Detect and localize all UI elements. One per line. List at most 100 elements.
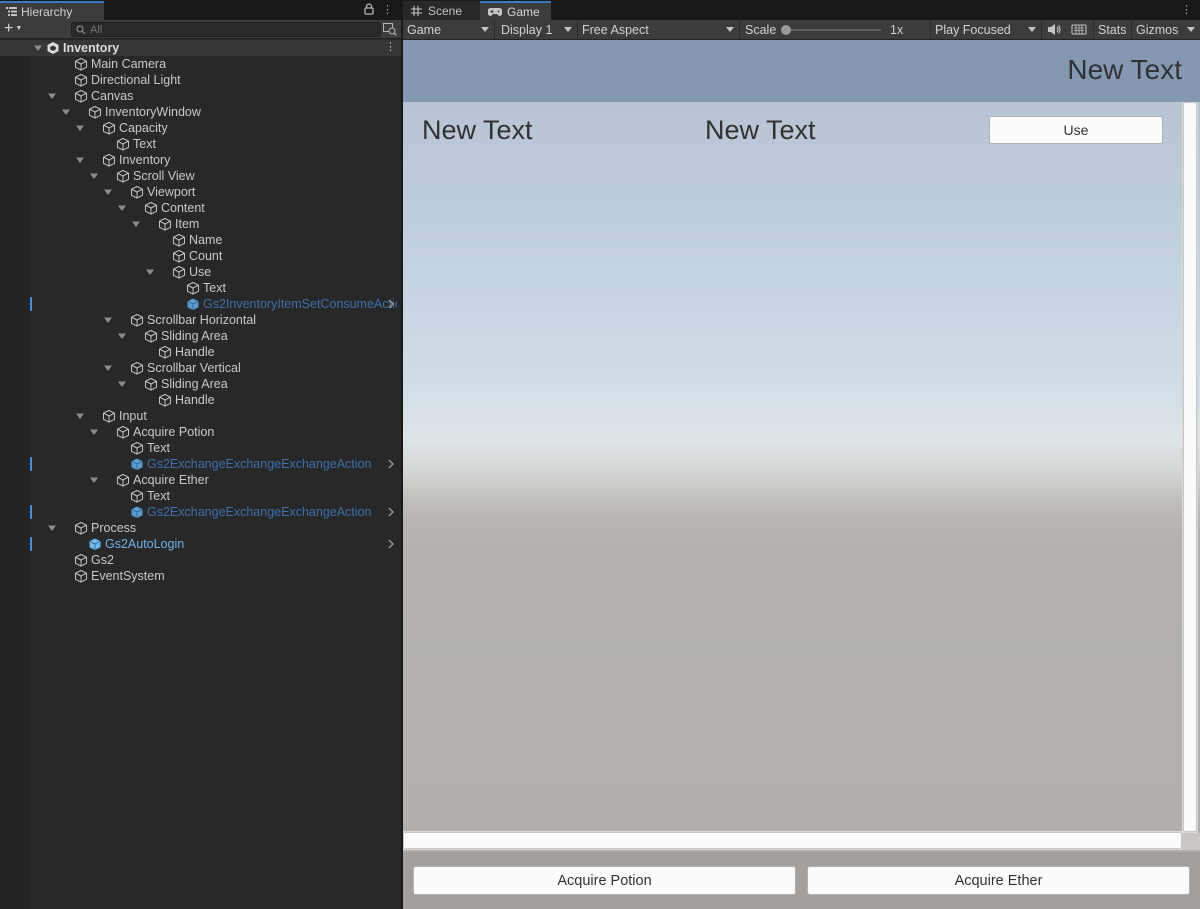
- foldout-expanded-icon[interactable]: [61, 107, 71, 117]
- foldout-expanded-icon[interactable]: [89, 427, 99, 437]
- foldout-expanded-icon[interactable]: [89, 475, 99, 485]
- gameobject-cube-icon: [145, 378, 157, 391]
- gameobject-cube-icon: [173, 266, 185, 279]
- hierarchy-item[interactable]: Input: [0, 408, 401, 424]
- mute-audio-icon[interactable]: [1046, 22, 1062, 37]
- hierarchy-item[interactable]: Acquire Potion: [0, 424, 401, 440]
- game-viewport[interactable]: New Text New Text New Text Use Acquire P…: [403, 40, 1200, 909]
- create-button[interactable]: + ▼: [4, 20, 22, 38]
- view-dropdown[interactable]: Game: [403, 20, 495, 39]
- hierarchy-item-label: EventSystem: [91, 569, 165, 583]
- foldout-expanded-icon[interactable]: [89, 171, 99, 181]
- tab-game-label: Game: [507, 4, 540, 19]
- hierarchy-item[interactable]: Main Camera: [0, 56, 401, 72]
- foldout-expanded-icon[interactable]: [131, 219, 141, 229]
- gameobject-cube-icon: [187, 282, 199, 295]
- hierarchy-item[interactable]: Handle: [0, 344, 401, 360]
- play-mode-dropdown[interactable]: Play Focused: [931, 20, 1042, 39]
- hierarchy-item-label: Use: [189, 265, 212, 279]
- scene-menu-icon[interactable]: ⋮: [385, 42, 396, 53]
- scrollbar-horizontal-handle[interactable]: [403, 832, 1182, 849]
- hierarchy-item[interactable]: Directional Light: [0, 72, 401, 88]
- scene-row[interactable]: Inventory ⋮: [0, 40, 401, 56]
- search-input[interactable]: [90, 23, 370, 36]
- foldout-expanded-icon[interactable]: [145, 267, 155, 277]
- acquire-ether-button[interactable]: Acquire Ether: [807, 866, 1190, 895]
- acquire-potion-button[interactable]: Acquire Potion: [413, 866, 796, 895]
- gameobject-cube-icon: [89, 106, 101, 119]
- foldout-expanded-icon[interactable]: [117, 203, 127, 213]
- tab-game[interactable]: Game: [480, 1, 551, 20]
- lock-icon[interactable]: [364, 3, 374, 15]
- hierarchy-item[interactable]: Gs2ExchangeExchangeExchangeAction: [0, 504, 401, 520]
- hierarchy-item[interactable]: Acquire Ether: [0, 472, 401, 488]
- hierarchy-item-label: Text: [147, 441, 170, 455]
- hierarchy-item[interactable]: Scrollbar Vertical: [0, 360, 401, 376]
- hierarchy-item[interactable]: InventoryWindow: [0, 104, 401, 120]
- hierarchy-item[interactable]: Item: [0, 216, 401, 232]
- hierarchy-item[interactable]: Text: [0, 280, 401, 296]
- gameobject-cube-icon: [103, 122, 115, 135]
- scale-slider-track[interactable]: [785, 29, 881, 31]
- aspect-dropdown[interactable]: Free Aspect: [578, 20, 740, 39]
- hierarchy-search[interactable]: [71, 22, 381, 37]
- hierarchy-item[interactable]: Text: [0, 488, 401, 504]
- hierarchy-item[interactable]: Gs2: [0, 552, 401, 568]
- hierarchy-item[interactable]: Scroll View: [0, 168, 401, 184]
- scrollbar-vertical-handle[interactable]: [1183, 102, 1197, 832]
- list-icon: [6, 7, 17, 16]
- foldout-expanded-icon[interactable]: [75, 155, 85, 165]
- gameobject-cube-icon: [145, 330, 157, 343]
- hierarchy-item[interactable]: EventSystem: [0, 568, 401, 584]
- hierarchy-item[interactable]: Gs2ExchangeExchangeExchangeAction: [0, 456, 401, 472]
- chevron-right-icon[interactable]: [387, 538, 395, 550]
- gizmos-dropdown[interactable]: Gizmos: [1132, 20, 1200, 39]
- foldout-expanded-icon[interactable]: [47, 91, 57, 101]
- hierarchy-item[interactable]: Use: [0, 264, 401, 280]
- foldout-expanded-icon[interactable]: [103, 315, 113, 325]
- use-button[interactable]: Use: [989, 116, 1163, 144]
- panel-menu-icon[interactable]: ⋮: [382, 3, 393, 16]
- foldout-expanded-icon[interactable]: [75, 123, 85, 133]
- chevron-right-icon[interactable]: [387, 298, 395, 310]
- hierarchy-item[interactable]: Text: [0, 440, 401, 456]
- foldout-expanded-icon[interactable]: [75, 411, 85, 421]
- hierarchy-item[interactable]: Content: [0, 200, 401, 216]
- foldout-expanded-icon[interactable]: [117, 379, 127, 389]
- tab-hierarchy[interactable]: Hierarchy: [0, 1, 104, 20]
- hierarchy-item[interactable]: Count: [0, 248, 401, 264]
- hierarchy-item-label: Gs2ExchangeExchangeExchangeAction: [147, 457, 372, 471]
- hierarchy-item[interactable]: Scrollbar Horizontal: [0, 312, 401, 328]
- foldout-expanded-icon[interactable]: [33, 43, 43, 53]
- hierarchy-item[interactable]: Gs2AutoLogin: [0, 536, 401, 552]
- foldout-expanded-icon[interactable]: [117, 331, 127, 341]
- keyboard-icon[interactable]: [1071, 22, 1087, 37]
- hierarchy-item[interactable]: Canvas: [0, 88, 401, 104]
- panel-menu-icon[interactable]: ⋮: [1181, 3, 1192, 16]
- hierarchy-item[interactable]: Text: [0, 136, 401, 152]
- hierarchy-item[interactable]: Process: [0, 520, 401, 536]
- chevron-right-icon[interactable]: [387, 458, 395, 470]
- foldout-expanded-icon[interactable]: [47, 523, 57, 533]
- scrollbar-vertical[interactable]: [1182, 102, 1198, 833]
- display-dropdown[interactable]: Display 1: [495, 20, 578, 39]
- inventory-scroll-view[interactable]: New Text New Text Use: [403, 102, 1200, 852]
- search-filter-icon[interactable]: [383, 23, 397, 36]
- stats-button[interactable]: Stats: [1093, 20, 1132, 39]
- hierarchy-item[interactable]: Inventory: [0, 152, 401, 168]
- game-tabbar: Scene Game ⋮: [403, 0, 1200, 20]
- hierarchy-item[interactable]: Capacity: [0, 120, 401, 136]
- tab-scene[interactable]: Scene: [403, 1, 480, 20]
- chevron-right-icon[interactable]: [387, 506, 395, 518]
- gameobject-cube-icon: [131, 186, 143, 199]
- foldout-expanded-icon[interactable]: [103, 187, 113, 197]
- hierarchy-item[interactable]: Viewport: [0, 184, 401, 200]
- scale-slider-thumb[interactable]: [781, 25, 791, 35]
- hierarchy-item[interactable]: Name: [0, 232, 401, 248]
- hierarchy-item[interactable]: Handle: [0, 392, 401, 408]
- hierarchy-item[interactable]: Sliding Area: [0, 376, 401, 392]
- scrollbar-horizontal[interactable]: [403, 831, 1182, 850]
- foldout-expanded-icon[interactable]: [103, 363, 113, 373]
- hierarchy-item[interactable]: Gs2InventoryItemSetConsumeAction: [0, 296, 401, 312]
- hierarchy-item[interactable]: Sliding Area: [0, 328, 401, 344]
